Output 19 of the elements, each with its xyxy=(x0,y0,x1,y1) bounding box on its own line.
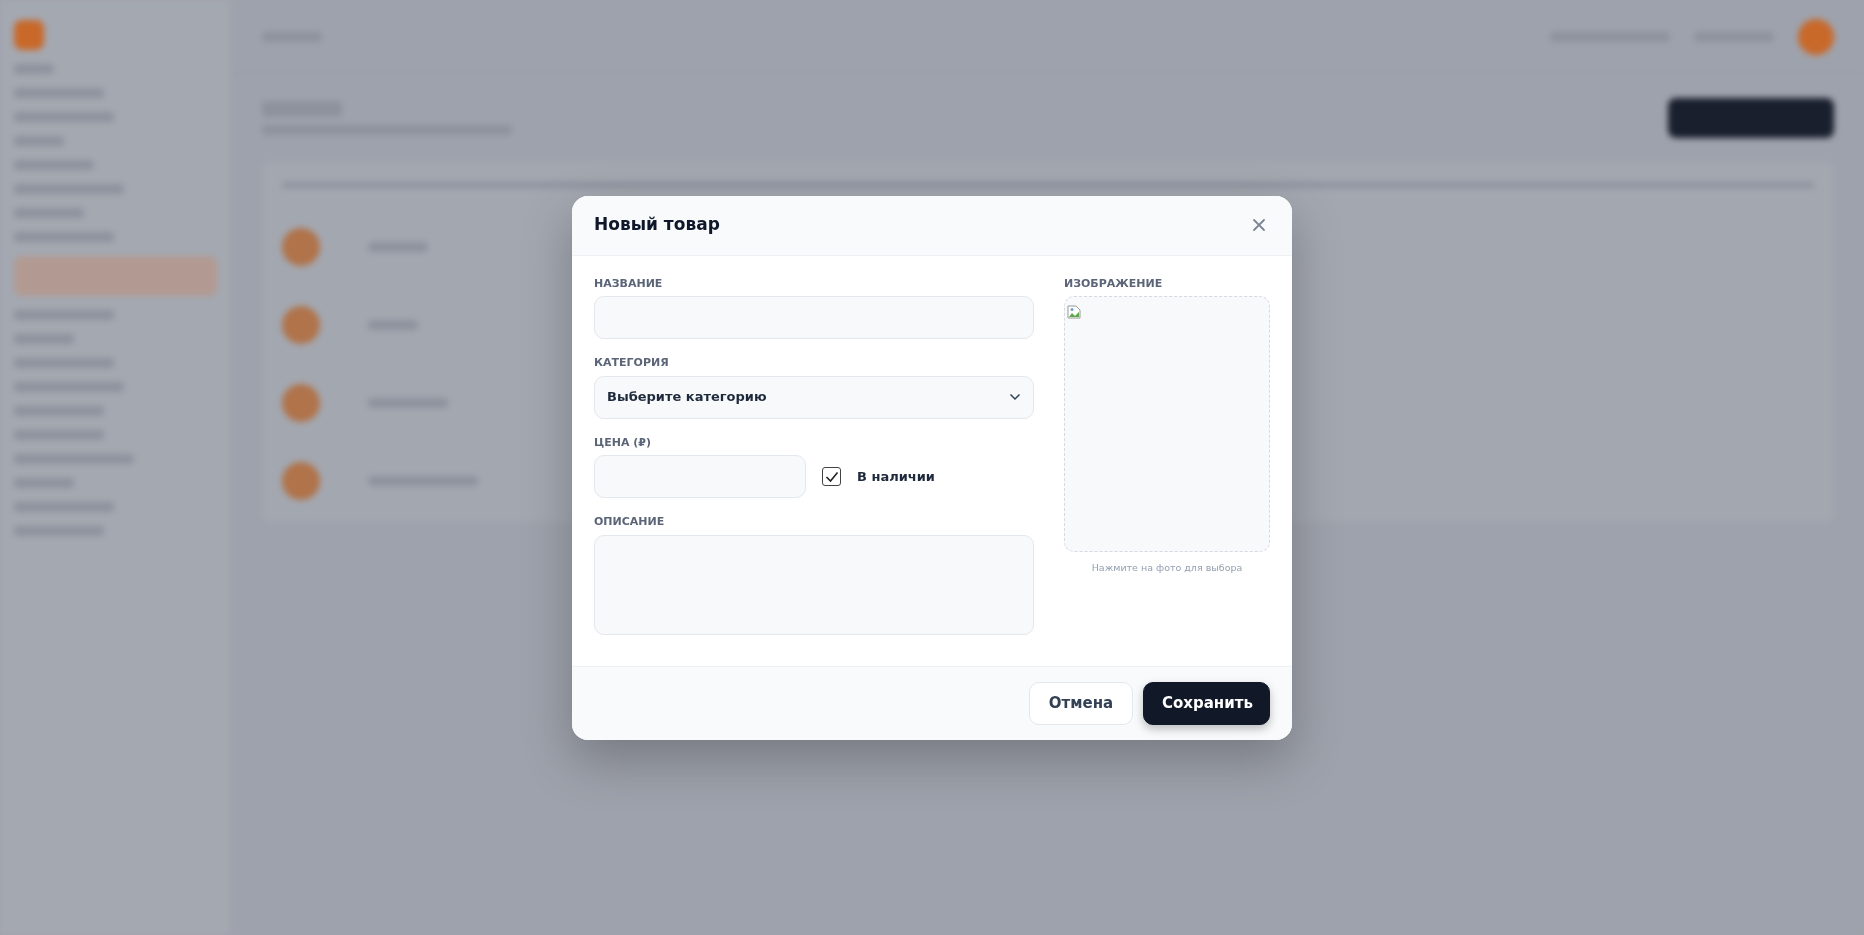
close-icon xyxy=(1252,218,1266,232)
field-label: КАТЕГОРИЯ xyxy=(594,355,670,371)
broken-image-icon xyxy=(1067,304,1081,319)
checkbox-label: В наличии xyxy=(857,467,935,486)
name-field[interactable] xyxy=(594,296,1034,339)
image-upload-area[interactable] xyxy=(1064,296,1270,552)
field-label: НАЗВАНИЕ xyxy=(594,275,664,292)
hint-text: Нажмите на фото для выбора xyxy=(1090,561,1244,575)
cancel-button[interactable]: Отмена xyxy=(1029,681,1133,725)
save-button[interactable]: Сохранить xyxy=(1143,681,1270,725)
dialog-title: Новый товар xyxy=(594,213,720,237)
description-field[interactable] xyxy=(594,534,1034,635)
price-field[interactable] xyxy=(594,455,806,498)
field-label: ИЗОБРАЖЕНИЕ xyxy=(1064,275,1164,292)
category-select[interactable]: Выберите категорию xyxy=(594,375,1034,419)
checkbox[interactable] xyxy=(822,467,841,486)
field-label: ЦЕНА (₽) xyxy=(594,434,652,451)
chevron-down-icon xyxy=(1009,393,1021,401)
field-label: ОПИСАНИЕ xyxy=(594,514,666,530)
